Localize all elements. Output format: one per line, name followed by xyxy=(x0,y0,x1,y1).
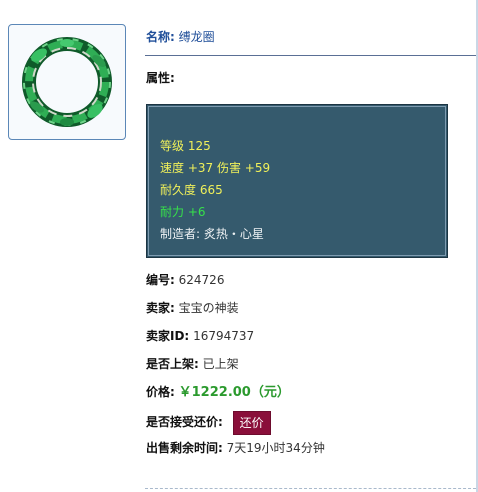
listed-row: 是否上架: 已上架 xyxy=(146,354,239,374)
bargain-label: 是否接受还价: xyxy=(146,415,223,429)
item-thumbnail xyxy=(8,24,126,140)
attributes-label: 属性: xyxy=(146,71,175,85)
seller-row: 卖家: 宝宝の神装 xyxy=(146,298,239,318)
id-row: 编号: 624726 xyxy=(146,270,224,290)
id-label: 编号: xyxy=(146,273,175,287)
seller-id-label: 卖家ID: xyxy=(146,329,190,343)
price-label: 价格: xyxy=(146,385,175,399)
attr-level: 等级 125 xyxy=(160,139,211,153)
seller-value: 宝宝の神装 xyxy=(178,301,239,315)
listed-label: 是否上架: xyxy=(146,357,199,371)
attr-durability: 耐久度 665 xyxy=(160,183,223,197)
attributes-panel: 等级 125 速度 +37 伤害 +59 耐久度 665 耐力 +6 制造者: … xyxy=(146,104,448,258)
bottom-divider xyxy=(145,488,476,489)
green-vine-ring-icon xyxy=(22,37,112,127)
item-name-value: 缚龙圈 xyxy=(178,30,215,44)
item-name-label: 名称: xyxy=(146,30,175,44)
time-row: 出售剩余时间: 7天19小时34分钟 xyxy=(146,438,325,458)
attr-maker: 制造者: 炙热・心星 xyxy=(160,227,264,241)
price-value: ￥1222.00（元） xyxy=(178,385,290,400)
time-label: 出售剩余时间: xyxy=(146,441,223,455)
attr-speed-damage: 速度 +37 伤害 +59 xyxy=(160,161,271,175)
divider xyxy=(145,55,476,56)
seller-id-row: 卖家ID: 16794737 xyxy=(146,326,254,346)
bargain-row: 是否接受还价: 还价 xyxy=(146,410,271,435)
listed-value: 已上架 xyxy=(202,357,239,371)
attr-stamina: 耐力 +6 xyxy=(160,205,206,219)
seller-label: 卖家: xyxy=(146,301,175,315)
attributes-heading-row: 属性: xyxy=(146,68,175,88)
time-value: 7天19小时34分钟 xyxy=(226,441,325,455)
id-value: 624726 xyxy=(178,273,225,287)
seller-id-value: 16794737 xyxy=(193,329,255,343)
price-row: 价格: ￥1222.00（元） xyxy=(146,382,290,402)
bargain-button[interactable]: 还价 xyxy=(232,410,271,435)
item-name-row: 名称: 缚龙圈 xyxy=(146,27,215,47)
